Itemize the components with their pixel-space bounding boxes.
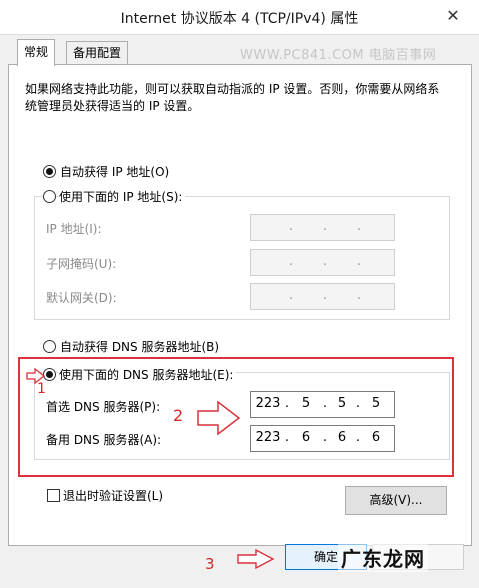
ip-address-field[interactable]: ... xyxy=(250,214,395,241)
default-gateway-field[interactable]: ... xyxy=(250,283,395,310)
auto-dns-label: 自动获得 DNS 服务器地址(B) xyxy=(60,340,220,354)
watermark: WWW.PC841.COM 电脑百事网 xyxy=(240,48,437,63)
auto-ip-label: 自动获得 IP 地址(O) xyxy=(60,165,170,179)
step1-label: 1 xyxy=(37,381,46,397)
close-icon: ✕ xyxy=(446,6,460,25)
tab-general[interactable]: 常规 xyxy=(17,39,56,66)
manual-ip-label: 使用下面的 IP 地址(S): xyxy=(59,188,186,205)
window-title: Internet 协议版本 4 (TCP/IPv4) 属性 xyxy=(120,11,359,27)
brand-overlay: 广东龙网 xyxy=(338,543,428,572)
ip-address-label: IP 地址(I): xyxy=(46,222,102,236)
validate-on-exit-label: 退出时验证设置(L) xyxy=(63,489,164,503)
default-gateway-label: 默认网关(D): xyxy=(46,291,117,305)
close-button[interactable]: ✕ xyxy=(436,4,470,28)
step2-arrow-icon xyxy=(197,400,241,436)
tab-alternate-config[interactable]: 备用配置 xyxy=(66,41,129,64)
description-text: 如果网络支持此功能，则可以获取自动指派的 IP 设置。否则，你需要从网络系统管理… xyxy=(25,82,440,113)
advanced-button[interactable]: 高级(V)... xyxy=(345,486,447,515)
subnet-mask-label: 子网掩码(U): xyxy=(46,257,117,271)
step2-label: 2 xyxy=(173,406,184,425)
auto-ip-radio[interactable] xyxy=(43,165,56,178)
validate-on-exit-checkbox[interactable] xyxy=(47,489,60,502)
auto-dns-radio[interactable] xyxy=(43,340,56,353)
subnet-mask-field[interactable]: ... xyxy=(250,249,395,276)
step3-arrow-icon xyxy=(237,548,275,570)
step3-label: 3 xyxy=(205,555,215,573)
manual-ip-radio[interactable] xyxy=(43,190,56,203)
